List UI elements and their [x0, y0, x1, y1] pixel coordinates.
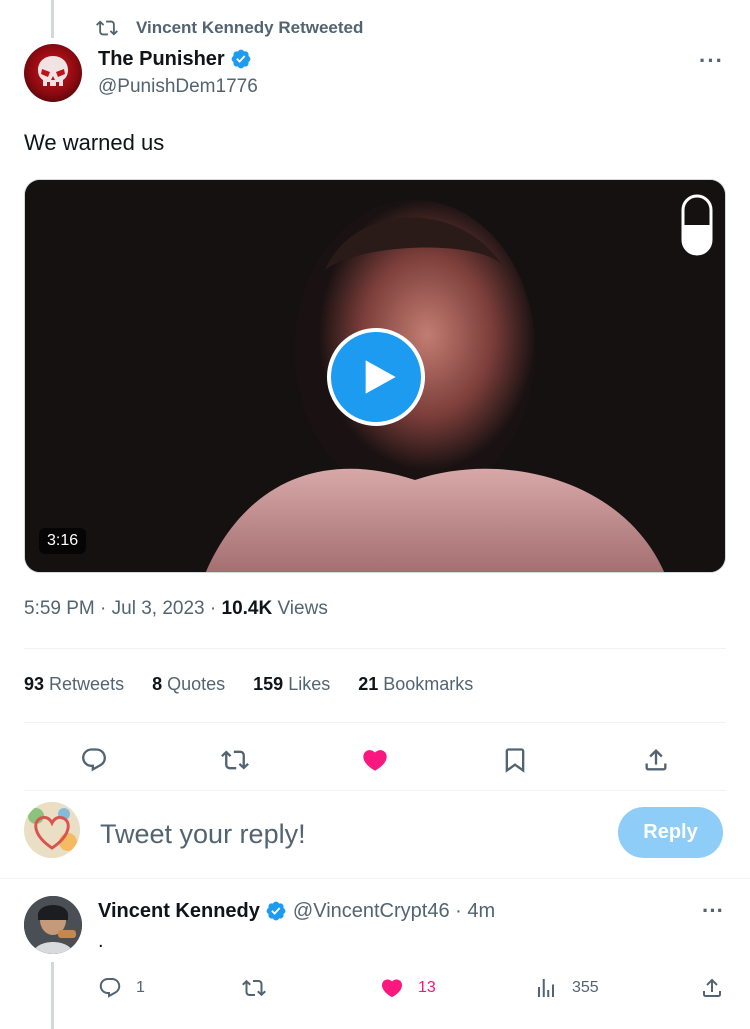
retweet-icon — [96, 20, 118, 36]
bookmark-icon — [506, 748, 525, 773]
views-count: 10.4K — [221, 598, 273, 619]
reply-reply-button[interactable]: 1 — [98, 976, 145, 1000]
reply-actions: 1 13 355 — [98, 972, 726, 1004]
verified-badge-icon — [266, 901, 286, 921]
tweet-stats: 93 Retweets 8 Quotes 159 Likes 21 Bookmarks — [24, 674, 501, 695]
verified-badge-icon — [231, 49, 251, 69]
divider — [0, 878, 750, 879]
reply-icon — [82, 748, 107, 772]
author-avatar[interactable] — [24, 44, 82, 102]
reply-icon — [99, 978, 121, 998]
stat-likes[interactable]: 159 Likes — [253, 674, 330, 695]
heart-icon — [363, 750, 387, 771]
watermark-pill-icon — [681, 194, 713, 256]
thread-line-bottom — [51, 962, 54, 1029]
views-label: Views — [272, 598, 328, 619]
bookmark-button[interactable] — [495, 740, 535, 780]
retweet-icon — [242, 979, 266, 997]
heart-icon — [381, 979, 403, 998]
thread-line-top — [51, 0, 54, 38]
view-count: 355 — [572, 979, 599, 996]
stat-count: 8 — [152, 674, 163, 694]
retweet-banner[interactable]: Vincent Kennedy Retweeted — [96, 14, 363, 42]
reply-author-name[interactable]: Vincent Kennedy — [98, 900, 260, 923]
play-icon — [365, 360, 396, 394]
video-player[interactable]: 3:16 — [24, 179, 726, 573]
stat-label: Retweets — [49, 674, 125, 694]
video-duration: 3:16 — [39, 528, 87, 554]
reply-count: 1 — [136, 979, 145, 996]
reply-author-photo — [24, 896, 82, 954]
share-button[interactable] — [636, 740, 676, 780]
share-icon — [703, 978, 721, 997]
stat-label: Likes — [288, 674, 331, 694]
play-button[interactable] — [327, 328, 425, 426]
tweet-text: We warned us — [24, 130, 165, 155]
reply-retweet-button[interactable] — [242, 976, 280, 1000]
stat-count: 93 — [24, 674, 45, 694]
divider — [24, 648, 726, 649]
author-handle[interactable]: @PunishDem1776 — [98, 76, 258, 98]
reply-like-button[interactable]: 13 — [380, 976, 436, 1000]
reply-button[interactable] — [74, 740, 114, 780]
stat-label: Quotes — [167, 674, 226, 694]
reply-submit-button[interactable]: Reply — [618, 807, 723, 858]
more-icon[interactable]: ··· — [702, 898, 724, 924]
retweet-icon — [220, 750, 249, 770]
views-icon — [538, 979, 554, 997]
reply-input[interactable] — [100, 812, 580, 856]
retweet-button[interactable] — [215, 740, 255, 780]
divider — [24, 722, 726, 723]
retweet-banner-text: Vincent Kennedy Retweeted — [136, 18, 364, 37]
divider — [24, 790, 726, 791]
reply-share-button[interactable] — [700, 976, 738, 1000]
heart-avatar-icon — [24, 802, 80, 858]
stat-quotes[interactable]: 8 Quotes — [152, 674, 225, 695]
punisher-skull-icon — [38, 56, 68, 86]
tweet-meta: 5:59 PM · Jul 3, 2023 · 10.4K Views — [24, 598, 328, 620]
stat-count: 159 — [253, 674, 284, 694]
reply-text: . — [98, 930, 104, 952]
reply-header: Vincent Kennedy @VincentCrypt46 · 4m — [98, 898, 495, 924]
stat-bookmarks[interactable]: 21 Bookmarks — [358, 674, 473, 695]
tweet-actions — [24, 740, 726, 780]
stat-retweets[interactable]: 93 Retweets — [24, 674, 124, 695]
like-count: 13 — [418, 979, 436, 996]
stat-count: 21 — [358, 674, 379, 694]
more-icon[interactable]: ··· — [699, 48, 724, 74]
reply-author-avatar[interactable] — [24, 896, 82, 954]
reply-views-button[interactable]: 355 — [534, 976, 599, 1000]
like-button[interactable] — [355, 740, 395, 780]
author-block: The Punisher @PunishDem1776 — [98, 46, 258, 98]
author-name[interactable]: The Punisher — [98, 48, 225, 71]
share-icon — [645, 749, 667, 771]
current-user-avatar[interactable] — [24, 802, 80, 858]
tweet-timestamp[interactable]: 5:59 PM · Jul 3, 2023 · — [24, 598, 222, 619]
reply-author-handle[interactable]: @VincentCrypt46 · 4m — [293, 900, 495, 923]
stat-label: Bookmarks — [383, 674, 474, 694]
